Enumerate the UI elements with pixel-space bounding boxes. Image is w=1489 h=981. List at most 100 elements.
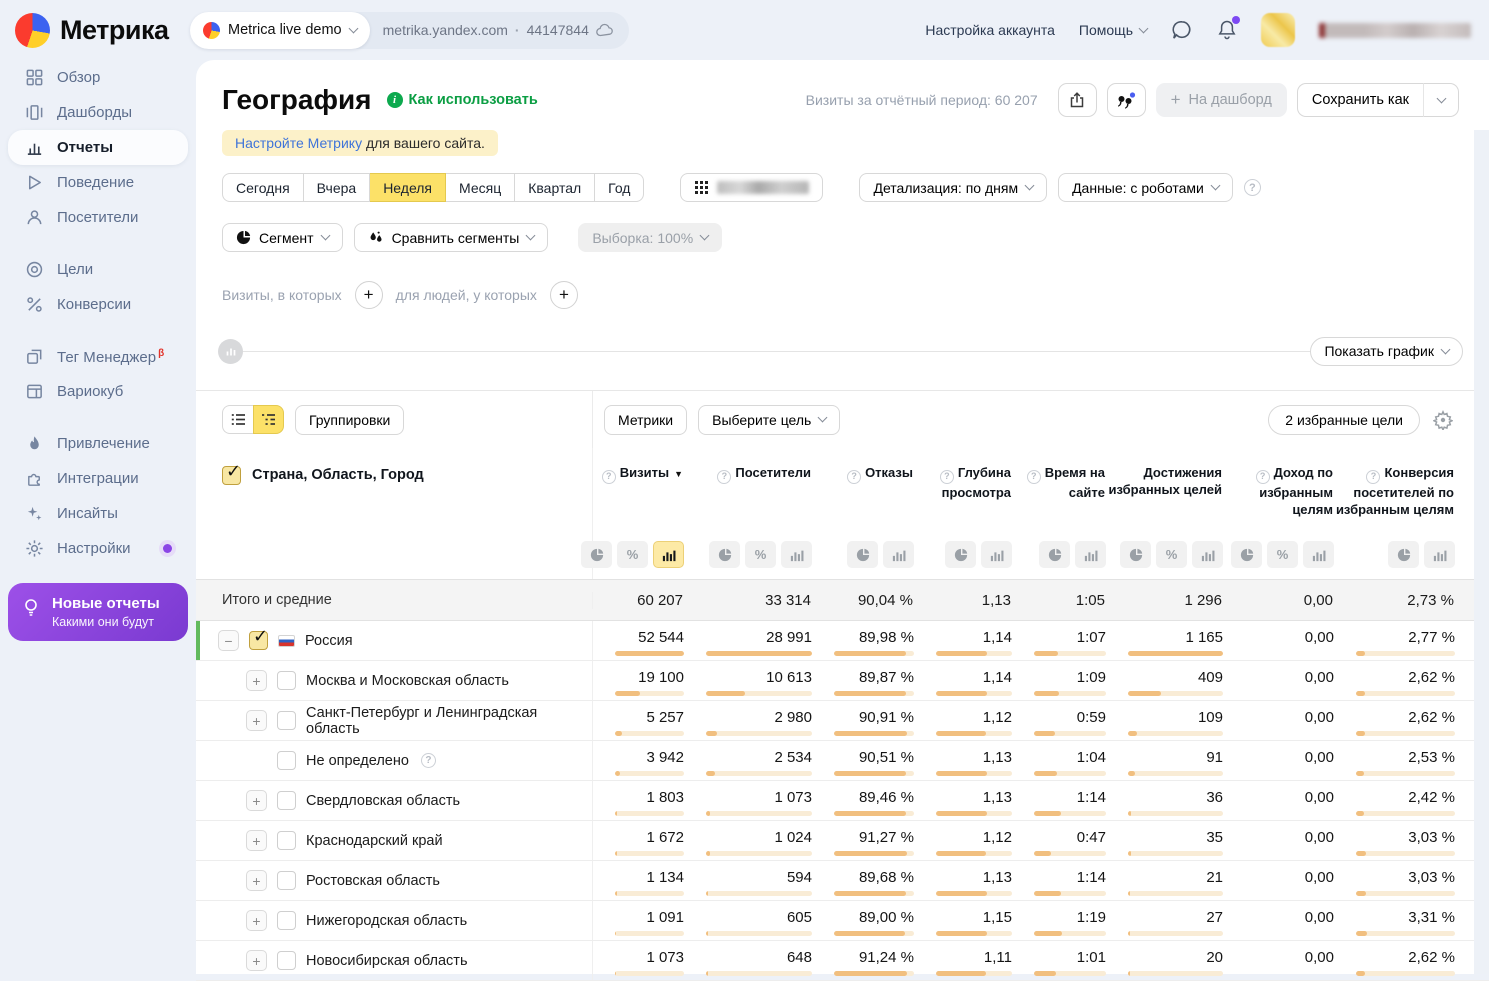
expand-button[interactable]: + [246, 950, 267, 971]
pie-view-button[interactable] [1231, 541, 1262, 568]
percent-view-button[interactable]: % [745, 541, 776, 568]
expand-button[interactable]: + [246, 870, 267, 891]
bar-view-button[interactable] [781, 541, 812, 568]
column-label[interactable]: ?Глубина просмотра [914, 464, 1012, 501]
tab-quarter[interactable]: Квартал [515, 173, 595, 202]
how-to-use-link[interactable]: i Как использовать [387, 92, 538, 108]
sidebar-item-tag-manager[interactable]: Тег Менеджерβ [0, 339, 196, 374]
help-circle-icon[interactable]: ? [847, 470, 861, 484]
row-checkbox[interactable] [277, 791, 296, 810]
choose-goal-dropdown[interactable]: Выберите цель [698, 405, 840, 435]
region-name[interactable]: Россия [305, 633, 353, 649]
pie-view-button[interactable] [945, 541, 976, 568]
row-checkbox[interactable] [277, 951, 296, 970]
row-checkbox[interactable] [277, 871, 296, 890]
expand-button[interactable]: + [246, 790, 267, 811]
tab-year[interactable]: Год [595, 173, 644, 202]
notifications-bell[interactable] [1217, 19, 1237, 41]
metrics-button[interactable]: Метрики [604, 405, 687, 435]
sidebar-item-dashboards[interactable]: Дашборды [0, 95, 196, 130]
bar-view-button[interactable] [1424, 541, 1455, 568]
expand-button[interactable]: + [246, 710, 267, 731]
list-view-button[interactable] [222, 405, 253, 434]
save-as-dropdown[interactable] [1423, 83, 1459, 117]
column-label[interactable]: ?Посетители [717, 464, 812, 484]
chart-handle[interactable] [218, 339, 243, 364]
help-circle-icon[interactable]: ? [717, 470, 731, 484]
row-checkbox[interactable] [249, 631, 268, 650]
help-circle-icon[interactable]: ? [1256, 470, 1270, 484]
bar-view-button[interactable] [1303, 541, 1334, 568]
scrollbar-gutter[interactable] [1474, 130, 1489, 974]
region-name[interactable]: Не определено [306, 753, 409, 769]
bar-view-button[interactable] [653, 541, 684, 568]
bar-view-button[interactable] [883, 541, 914, 568]
column-label[interactable]: ?Конверсия посетителей по избранным целя… [1334, 464, 1455, 518]
column-label[interactable]: ?Время на сайте [1012, 464, 1106, 501]
bar-view-button[interactable] [1192, 541, 1223, 568]
export-button[interactable] [1058, 83, 1097, 117]
region-name[interactable]: Ростовская область [306, 873, 440, 889]
expand-button[interactable]: + [246, 910, 267, 931]
region-name[interactable]: Санкт-Петербург и Ленинградская область [306, 705, 592, 737]
tab-week[interactable]: Неделя [370, 173, 446, 202]
add-people-condition-button[interactable]: + [550, 281, 578, 309]
column-label[interactable]: ?Отказы [847, 464, 914, 484]
row-checkbox[interactable] [277, 751, 296, 770]
select-all-checkbox[interactable] [222, 466, 241, 485]
tab-yesterday[interactable]: Вчера [304, 173, 371, 202]
pie-view-button[interactable] [581, 541, 612, 568]
setup-metrica-link[interactable]: Настройте Метрику [235, 135, 362, 151]
sidebar-item-visitors[interactable]: Посетители [0, 200, 196, 235]
pie-view-button[interactable] [847, 541, 878, 568]
row-checkbox[interactable] [277, 911, 296, 930]
help-circle-icon[interactable]: ? [1027, 470, 1041, 484]
sidebar-item-settings[interactable]: Настройки [0, 531, 196, 566]
avatar[interactable] [1261, 13, 1295, 47]
pie-view-button[interactable] [1388, 541, 1419, 568]
column-label[interactable]: Достижения избранных целей [1106, 464, 1223, 498]
sidebar-item-conversions[interactable]: Конверсии [0, 287, 196, 322]
sidebar-item-acquisition[interactable]: Привлечение [0, 426, 196, 461]
pie-view-button[interactable] [709, 541, 740, 568]
table-settings-gear-icon[interactable] [1433, 410, 1453, 430]
add-visit-condition-button[interactable]: + [355, 281, 383, 309]
help-circle-icon[interactable]: ? [940, 470, 954, 484]
app-logo[interactable]: Метрика [0, 13, 181, 48]
percent-view-button[interactable]: % [1267, 541, 1298, 568]
region-name[interactable]: Новосибирская область [306, 953, 468, 969]
sidebar-item-reports[interactable]: Отчеты [8, 130, 188, 165]
row-checkbox[interactable] [277, 711, 296, 730]
account-settings-link[interactable]: Настройка аккаунта [925, 22, 1055, 38]
help-menu[interactable]: Помощь [1079, 22, 1147, 38]
tree-view-button[interactable] [253, 405, 284, 434]
new-reports-promo[interactable]: Новые отчеты Какими они будут [8, 583, 188, 641]
expand-button[interactable]: + [246, 670, 267, 691]
region-name[interactable]: Краснодарский край [306, 833, 443, 849]
tab-today[interactable]: Сегодня [222, 173, 304, 202]
tab-month[interactable]: Месяц [446, 173, 515, 202]
show-chart-button[interactable]: Показать график [1310, 337, 1463, 366]
sidebar-item-variocube[interactable]: Вариокуб [0, 374, 196, 409]
region-name[interactable]: Нижегородская область [306, 913, 467, 929]
sampling-dropdown[interactable]: Выборка: 100% [578, 223, 722, 252]
compare-segments-dropdown[interactable]: Сравнить сегменты [354, 223, 549, 252]
column-label[interactable]: ?Визиты▼ [602, 464, 684, 484]
bar-view-button[interactable] [981, 541, 1012, 568]
sidebar-item-integrations[interactable]: Интеграции [0, 461, 196, 496]
sidebar-item-behavior[interactable]: Поведение [0, 165, 196, 200]
segment-dropdown[interactable]: Сегмент [222, 223, 343, 252]
help-circle-icon[interactable]: ? [1366, 470, 1380, 484]
sidebar-item-insights[interactable]: Инсайты [0, 496, 196, 531]
expand-button[interactable]: + [246, 830, 267, 851]
pie-view-button[interactable] [1120, 541, 1151, 568]
groupings-button[interactable]: Группировки [295, 405, 404, 435]
date-range-button[interactable] [680, 173, 823, 202]
column-label[interactable]: ?Доход по избранным целям [1223, 464, 1334, 518]
favorite-goals-button[interactable]: 2 избранные цели [1268, 405, 1420, 435]
collapse-button[interactable]: − [218, 630, 239, 651]
add-to-dashboard-button[interactable]: + На дашборд [1156, 83, 1287, 117]
save-as-button[interactable]: Сохранить как [1297, 83, 1423, 117]
counter-select[interactable]: Metrica live demo [190, 12, 370, 49]
region-name[interactable]: Москва и Московская область [306, 673, 509, 689]
